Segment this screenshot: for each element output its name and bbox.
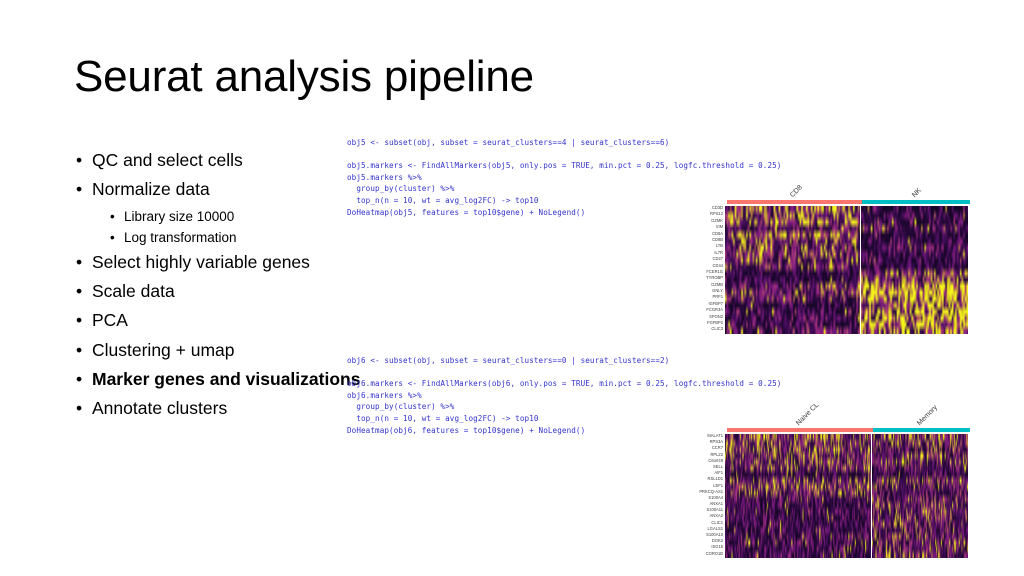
cluster-label: Naive CL <box>794 401 821 427</box>
bullet-dot-icon: • <box>76 179 83 200</box>
cluster-color-segment <box>861 200 970 204</box>
cluster-color-bar <box>727 200 970 204</box>
bullet-item: • Log transformation <box>110 230 376 246</box>
bullet-label: Annotate clusters <box>92 398 228 419</box>
bullet-item: • PCA <box>76 310 376 331</box>
bullet-item: • Annotate clusters <box>76 398 376 419</box>
heatmap-canvas-wrapper <box>725 434 968 558</box>
bullet-label: Marker genes and visualizations <box>92 369 361 389</box>
bullet-item: • Library size 10000 <box>110 209 376 225</box>
bullet-item: • Scale data <box>76 281 376 302</box>
gene-label: CORO1B <box>705 551 723 556</box>
gene-label: CLIC3 <box>711 327 723 332</box>
bullet-dot-icon: • <box>76 398 83 419</box>
bullet-dot-icon: • <box>76 369 83 389</box>
bullet-dot-icon: • <box>110 208 115 224</box>
cluster-label-row: CD8 NK <box>686 176 986 200</box>
code-line: obj6 <- subset(obj, subset = seurat_clus… <box>347 356 670 365</box>
cluster-label: Memory <box>916 404 940 427</box>
heatmap-body: MALAT1 RPS3A CCR7 RPL22 C6orf48 SELL AIF1 RSL1D… <box>686 434 986 558</box>
bullet-label: PCA <box>92 310 128 331</box>
cluster-color-segment <box>872 428 970 432</box>
cluster-color-segment <box>727 428 873 432</box>
heatmap-canvas <box>725 206 968 334</box>
code-line: obj6.markers <- FindAllMarkers(obj6, onl… <box>347 379 782 389</box>
bullet-item: • Normalize data <box>76 179 376 200</box>
cluster-color-segment <box>727 200 862 204</box>
bullet-item: • Select highly variable genes <box>76 252 376 273</box>
gene-axis: CD3D RPS12 GZMK VIM CD8A CD8B LTB IL7R CD27 CD44 F… <box>686 206 725 334</box>
bullet-label: QC and select cells <box>92 150 243 170</box>
cluster-label: CD8 <box>789 184 805 199</box>
bullet-label: Select highly variable genes <box>92 251 310 272</box>
bullet-dot-icon: • <box>76 310 83 331</box>
heatmap-canvas <box>725 434 968 558</box>
heatmap-figure-cd8-nk: CD8 NK CD3D RPS12 GZMK VIM CD8A CD8B LTB IL7R CD27… <box>686 176 986 336</box>
cluster-split-line <box>870 434 872 558</box>
bullet-label: Clustering + umap <box>92 339 235 360</box>
code-line: obj5 <- subset(obj, subset = seurat_clus… <box>347 138 670 147</box>
cluster-label: NK <box>910 187 923 199</box>
page-title: Seurat analysis pipeline <box>74 52 534 101</box>
gene-axis: MALAT1 RPS3A CCR7 RPL22 C6orf48 SELL AIF1 RSL1D… <box>686 434 725 558</box>
bullet-dot-icon: • <box>76 251 83 272</box>
bullet-dot-icon: • <box>76 339 83 360</box>
code-line: obj5.markers <- FindAllMarkers(obj5, onl… <box>347 161 782 171</box>
bullet-label: Log transformation <box>124 230 237 246</box>
bullet-list: • QC and select cells • Normalize data • Libr… <box>76 150 376 428</box>
bullet-item: • Marker genes and visualizations <box>76 369 376 390</box>
bullet-label: Normalize data <box>92 179 210 200</box>
heatmap-figure-naive-memory: Naive CL Memory MALAT1 RPS3A CCR7 RPL22 C6orf4… <box>686 401 986 564</box>
heatmap-body: CD3D RPS12 GZMK VIM CD8A CD8B LTB IL7R CD27 CD44 F… <box>686 206 986 334</box>
code-line: obj6.markers %>% <box>347 390 422 400</box>
bullet-label: Scale data <box>92 280 175 301</box>
cluster-label-row: Naive CL Memory <box>686 401 986 428</box>
bullet-dot-icon: • <box>76 280 83 301</box>
cluster-color-bar <box>727 428 970 432</box>
bullet-dot-icon: • <box>76 150 83 170</box>
cluster-split-line <box>859 206 861 334</box>
heatmap-canvas-wrapper <box>725 206 968 334</box>
bullet-dot-icon: • <box>110 230 115 246</box>
bullet-item: • Clustering + umap <box>76 340 376 361</box>
bullet-label: Library size 10000 <box>124 208 235 224</box>
bullet-item: • QC and select cells <box>76 150 376 171</box>
